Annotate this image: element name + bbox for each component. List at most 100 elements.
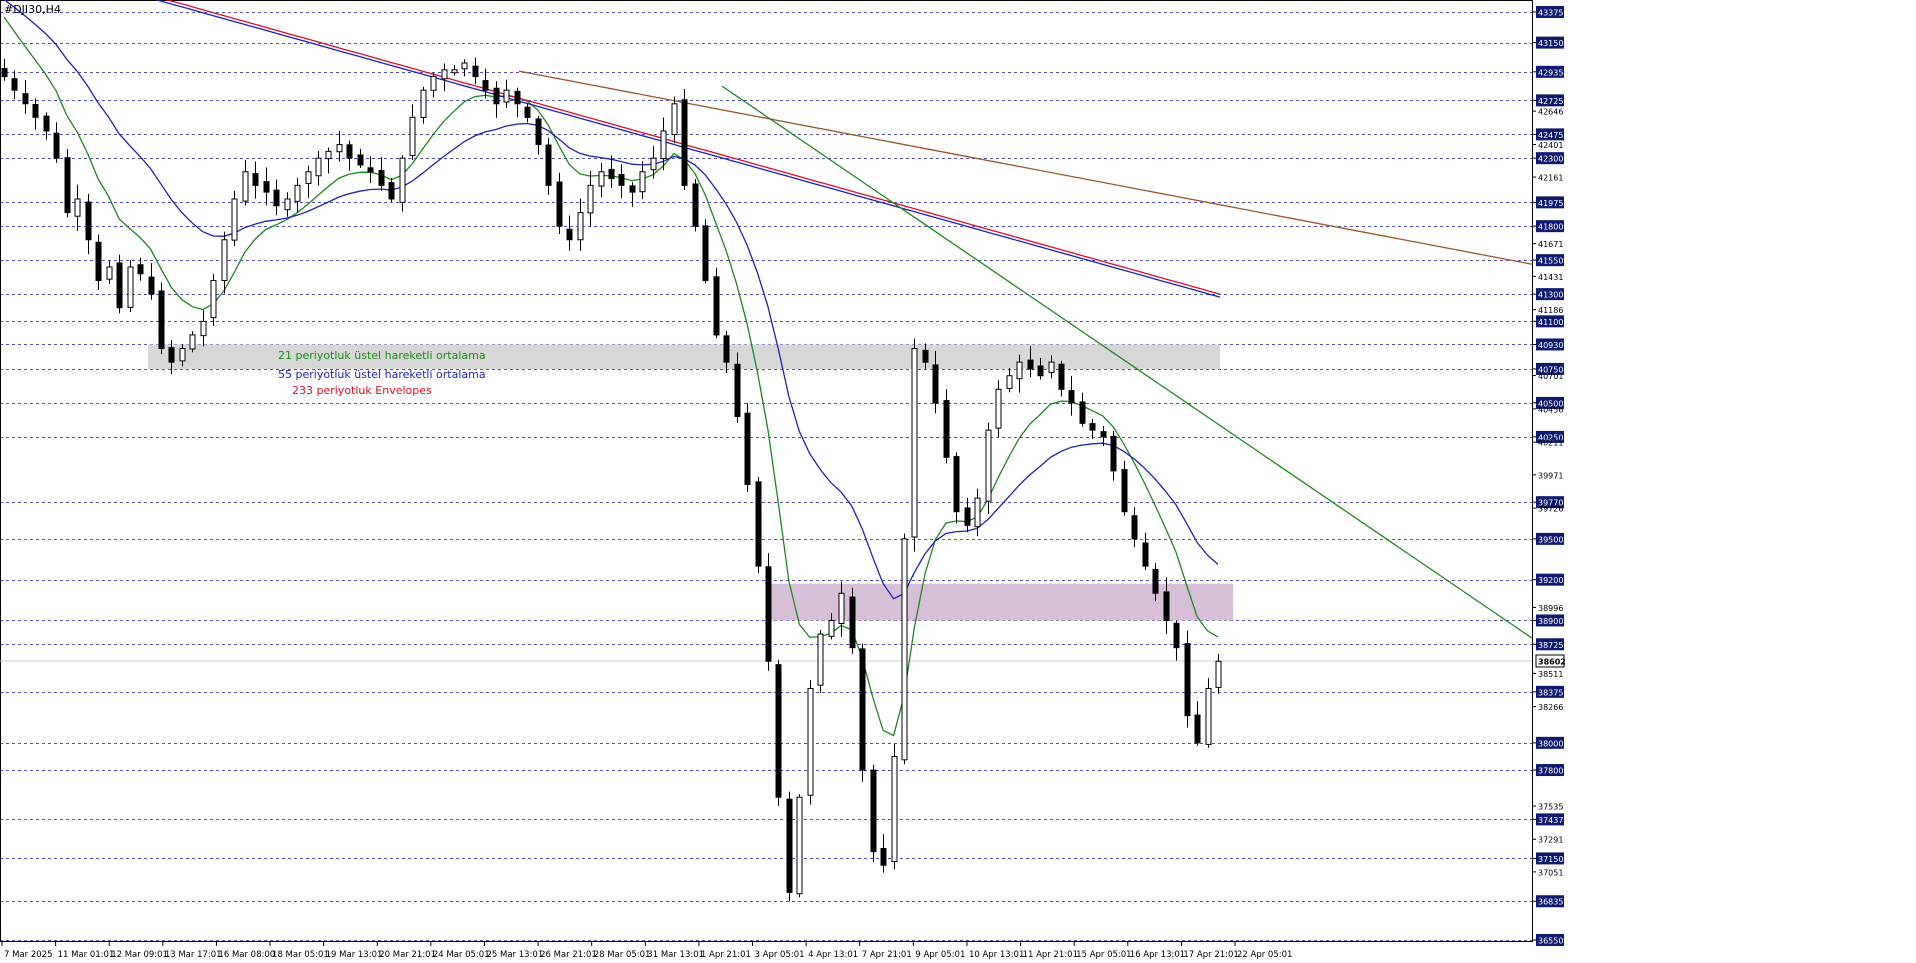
candle-body bbox=[367, 167, 374, 173]
candle-body bbox=[692, 183, 699, 227]
price-tag-text: 42725 bbox=[1538, 97, 1563, 106]
candle bbox=[305, 165, 312, 198]
candle-body bbox=[995, 388, 1002, 429]
candle-body bbox=[587, 184, 594, 214]
time-label: 9 Apr 05:01 bbox=[915, 950, 965, 960]
candle-body bbox=[472, 65, 479, 78]
candle bbox=[43, 112, 50, 140]
candle-body bbox=[1215, 660, 1222, 688]
candle bbox=[252, 161, 259, 199]
candle bbox=[1058, 360, 1065, 397]
price-label: 41431 bbox=[1538, 273, 1563, 282]
candle-body bbox=[22, 93, 29, 105]
price-tag-text: 41975 bbox=[1538, 199, 1563, 208]
candle-body bbox=[1068, 390, 1075, 404]
price-tag-text: 38000 bbox=[1538, 739, 1563, 748]
candle bbox=[514, 87, 521, 118]
time-label: 11 Mar 01:01 bbox=[58, 950, 115, 960]
time-label: 25 Mar 13:01 bbox=[486, 950, 543, 960]
candle bbox=[346, 140, 353, 171]
candle bbox=[64, 148, 71, 218]
candle-body bbox=[849, 596, 856, 649]
price-tag-text: 36835 bbox=[1538, 898, 1563, 907]
candle-body bbox=[315, 157, 322, 177]
candle bbox=[943, 389, 950, 464]
candle bbox=[1194, 701, 1201, 746]
candle-body bbox=[95, 241, 102, 282]
candle-body bbox=[964, 507, 971, 526]
candle-body bbox=[263, 181, 270, 193]
candle-body bbox=[273, 189, 280, 207]
price-label: 37535 bbox=[1538, 803, 1563, 812]
legend-ema55: 55 periyotluk üstel hareketli ortalama bbox=[278, 368, 486, 381]
candle bbox=[1121, 460, 1128, 516]
candle-body bbox=[357, 154, 364, 166]
price-tag-text: 40930 bbox=[1538, 341, 1563, 350]
current-price-text: 38602 bbox=[1538, 657, 1566, 666]
time-label: 7 Apr 21:01 bbox=[862, 950, 912, 960]
candle-body bbox=[388, 182, 395, 200]
price-label: 39726 bbox=[1538, 505, 1563, 514]
candle-body bbox=[1121, 469, 1128, 513]
candle-body bbox=[556, 181, 563, 227]
candle bbox=[901, 533, 908, 765]
candle bbox=[807, 680, 814, 805]
candle bbox=[587, 170, 594, 227]
candle bbox=[618, 164, 625, 199]
candle-body bbox=[32, 104, 39, 118]
time-label: 20 Mar 21:01 bbox=[379, 950, 436, 960]
plot-border bbox=[0, 0, 1533, 942]
candle-body bbox=[305, 171, 312, 184]
candle-body bbox=[629, 185, 636, 193]
candle bbox=[880, 834, 887, 873]
candle bbox=[451, 65, 458, 76]
candle bbox=[796, 794, 803, 898]
price-tag-text: 37800 bbox=[1538, 767, 1563, 776]
candle-body bbox=[294, 184, 301, 202]
candle bbox=[1089, 418, 1096, 439]
candle bbox=[849, 587, 856, 654]
candle-body bbox=[1184, 643, 1191, 717]
candle bbox=[378, 157, 385, 191]
candle bbox=[1006, 368, 1013, 393]
price-tag-text: 42935 bbox=[1538, 68, 1563, 77]
candle bbox=[629, 182, 636, 207]
candle-body bbox=[482, 80, 489, 91]
candle-body bbox=[660, 130, 667, 160]
candle-body bbox=[671, 103, 678, 136]
time-label: 4 Apr 13:01 bbox=[808, 950, 858, 960]
candle-body bbox=[1152, 568, 1159, 594]
ema21-line bbox=[3, 16, 1219, 737]
time-label: 16 Apr 13:01 bbox=[1130, 950, 1185, 960]
candle bbox=[158, 282, 165, 355]
candle bbox=[765, 553, 772, 671]
candle bbox=[399, 155, 406, 212]
price-tag-text: 37437 bbox=[1538, 816, 1563, 825]
candle-body bbox=[284, 198, 291, 211]
price-chart[interactable]: 43375 43150 42935 42725 42475 42300 41975 41800… bbox=[0, 0, 1916, 963]
candle-body bbox=[116, 262, 123, 309]
candle-body bbox=[723, 335, 730, 363]
candle bbox=[1110, 430, 1117, 481]
candle bbox=[859, 643, 866, 782]
price-tag-text: 43150 bbox=[1538, 39, 1563, 48]
candle bbox=[242, 159, 249, 206]
price-tag-text: 41300 bbox=[1538, 291, 1563, 300]
candle bbox=[995, 380, 1002, 438]
candle-body bbox=[1173, 622, 1180, 649]
candle bbox=[148, 263, 155, 300]
candle-body bbox=[336, 144, 343, 153]
candle-body bbox=[943, 400, 950, 458]
candles bbox=[1, 57, 1222, 902]
price-label: 38266 bbox=[1538, 703, 1563, 712]
candle bbox=[189, 331, 196, 353]
candle-body bbox=[1058, 363, 1065, 390]
symbol-title: #DJI30,H4 bbox=[4, 3, 61, 16]
price-label: 39971 bbox=[1538, 471, 1563, 480]
candle bbox=[231, 190, 238, 247]
candle bbox=[1131, 507, 1138, 548]
candle-body bbox=[891, 755, 898, 863]
candle-body bbox=[796, 796, 803, 895]
candle-body bbox=[1131, 515, 1138, 540]
candle-body bbox=[974, 497, 981, 528]
